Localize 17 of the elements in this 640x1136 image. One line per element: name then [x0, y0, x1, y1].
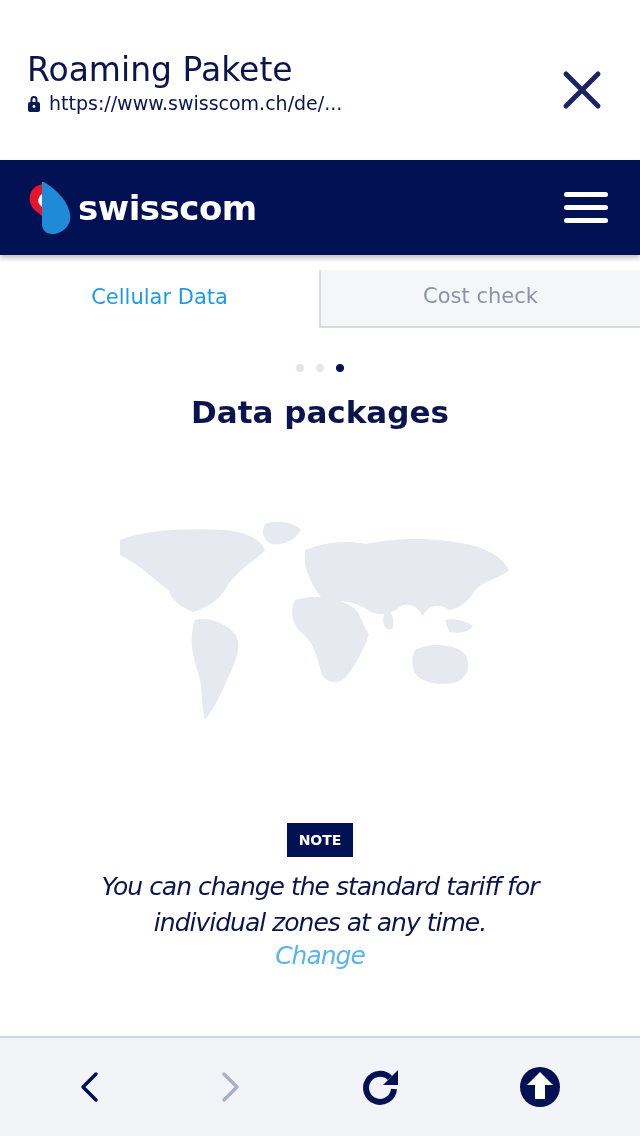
change-link[interactable]: Change	[275, 941, 365, 970]
note-badge: NOTE	[286, 823, 354, 857]
logo-text: swisscom	[78, 187, 257, 228]
tab[interactable]: Cost check	[319, 270, 640, 328]
upload-icon[interactable]	[520, 1067, 560, 1107]
page-title: Roaming Pakete	[27, 52, 294, 89]
page-dot[interactable]	[296, 364, 304, 372]
menu-icon[interactable]	[564, 191, 608, 224]
back-icon[interactable]	[80, 1071, 100, 1103]
lock-icon	[27, 94, 41, 112]
logo-icon	[28, 179, 72, 236]
close-icon[interactable]	[562, 70, 602, 110]
page-dot[interactable]	[316, 364, 324, 372]
note-text: You can change the standard tariff for individual zones at any time.	[100, 871, 542, 939]
heading: Data packages	[190, 394, 450, 430]
page-dot[interactable]	[336, 364, 344, 372]
url-text: https://www.swisscom.ch/de/...	[49, 92, 343, 115]
